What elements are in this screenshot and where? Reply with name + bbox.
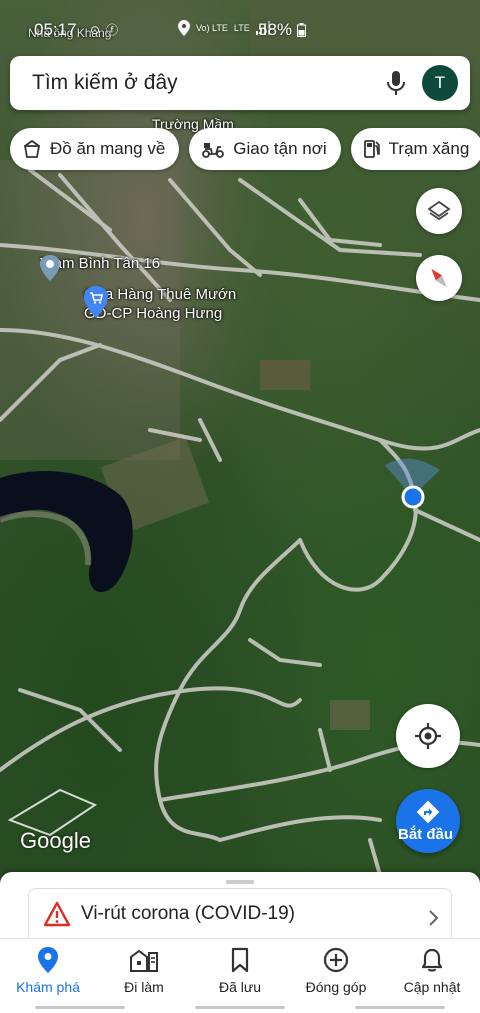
covid-title: Vi-rút corona (COVID-19) — [81, 903, 295, 924]
crosshair-icon — [415, 723, 441, 749]
nav-indicator — [195, 1005, 285, 1009]
mic-icon[interactable] — [378, 65, 414, 101]
chevron-right-icon[interactable] — [427, 909, 439, 927]
facebook-icon: ⓕ — [106, 23, 119, 37]
bell-icon — [421, 948, 443, 972]
notification-icon: ⊙ — [90, 22, 101, 37]
category-chips: Đồ ăn mang về Giao tận nơi Trạm xăng — [10, 128, 480, 170]
chip-takeout-label: Đồ ăn mang về — [50, 139, 166, 158]
chip-delivery-label: Giao tận nơi — [233, 139, 327, 158]
contribute-plus-icon — [323, 947, 349, 973]
compass-button[interactable] — [416, 255, 462, 301]
nav-label-updates: Cập nhật — [403, 979, 461, 995]
signal-label: LTE — [233, 23, 250, 33]
covid-card[interactable]: Vi-rút corona (COVID-19) Nhận thông tin … — [28, 888, 452, 944]
sheet-handle[interactable] — [226, 880, 254, 884]
my-location-button[interactable] — [396, 704, 460, 768]
explore-pin-icon — [38, 947, 58, 973]
chip-takeout[interactable]: Đồ ăn mang về — [10, 128, 180, 170]
avatar[interactable]: T — [422, 65, 458, 101]
google-logo: Google — [20, 828, 91, 853]
battery-icon — [297, 23, 306, 37]
nav-label-contribute: Đóng góp — [305, 979, 367, 995]
commute-icon — [130, 949, 158, 972]
gas-station-icon — [363, 140, 380, 158]
layers-icon — [427, 200, 451, 221]
search-input[interactable]: Tìm kiếm ở đây — [32, 71, 378, 95]
shopping-cart-pin-icon — [84, 286, 108, 318]
chip-gas-station-label: Trạm xăng — [388, 139, 470, 158]
directions-icon — [416, 800, 440, 824]
layers-button[interactable] — [416, 188, 462, 234]
status-bar: 05:17 ⊙ ⓕ Vo) LTE LTE 58% — [0, 0, 480, 44]
chip-gas-station[interactable]: Trạm xăng — [350, 128, 480, 170]
nav-label-commute: Đi làm — [124, 979, 164, 995]
status-time: 05:17 — [34, 20, 77, 39]
bookmark-icon — [231, 947, 249, 973]
battery-level: 58% — [258, 20, 293, 39]
compass-icon — [431, 268, 447, 288]
nav-label-saved: Đã lưu — [218, 979, 262, 995]
search-bar[interactable]: Tìm kiếm ở đây T — [10, 56, 470, 110]
bottom-navigation: Khám phá Đi làm Đã lưu Đóng góp Cập nhật — [0, 938, 480, 1013]
map-poi-shop[interactable]: Cửa Hàng Thuê Mướn GD-CP Hoàng Hưng — [84, 286, 236, 322]
warning-icon — [43, 901, 71, 927]
status-network: Vo) LTE LTE — [178, 20, 270, 36]
nav-indicator — [355, 1005, 445, 1009]
chip-delivery[interactable]: Giao tận nơi — [189, 128, 341, 170]
location-status-icon — [178, 20, 190, 36]
map-label-station[interactable]: Trạm Bình Tân 16 — [40, 255, 160, 281]
takeout-icon — [24, 139, 40, 158]
nav-label-explore: Khám phá — [16, 979, 80, 995]
map-pin-icon — [40, 255, 60, 281]
nav-indicator — [35, 1005, 125, 1009]
start-directions-button[interactable] — [396, 789, 460, 853]
bottom-sheet[interactable]: Vi-rút corona (COVID-19) Nhận thông tin … — [0, 872, 480, 944]
status-icons: ⊙ ⓕ — [90, 21, 118, 38]
start-label[interactable]: Bắt đầu — [398, 826, 453, 843]
system-nav-indicators — [0, 1001, 480, 1013]
delivery-scooter-icon — [202, 143, 225, 158]
network-label: Vo) LTE — [196, 23, 228, 33]
